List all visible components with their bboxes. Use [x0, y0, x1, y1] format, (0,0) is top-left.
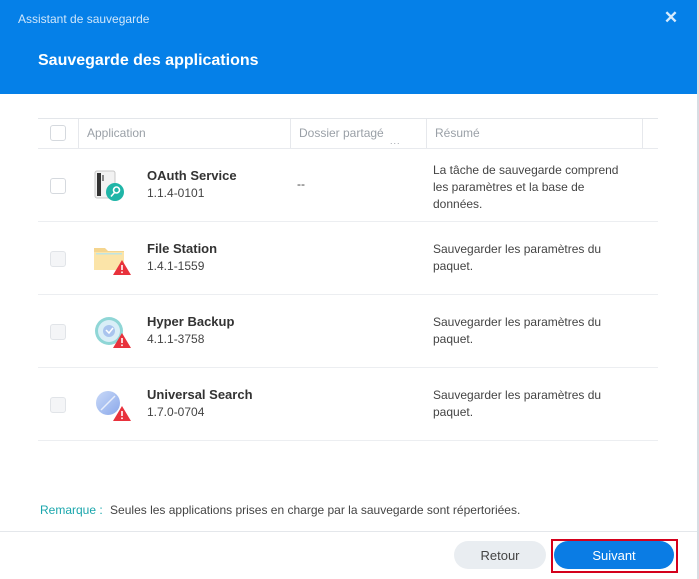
remark-note: Remarque : Seules les applications prise…: [40, 503, 520, 517]
column-header-summary[interactable]: Résumé: [426, 119, 642, 148]
summary-text: La tâche de sauvegarde comprend les para…: [433, 163, 619, 211]
back-button[interactable]: Retour: [454, 541, 546, 569]
file-station-icon: [93, 240, 133, 280]
app-version: 1.4.1-1559: [147, 259, 205, 273]
remark-text: Seules les applications prises en charge…: [110, 503, 521, 517]
footer-divider: [0, 531, 697, 532]
row-checkbox[interactable]: [50, 178, 66, 194]
applications-table: Application Dossier partagé ... Résumé O…: [38, 118, 658, 441]
shared-folder-value: --: [297, 177, 305, 191]
summary-text: Sauvegarder les paramètres du paquet.: [433, 242, 602, 273]
next-button-highlight: [551, 539, 678, 573]
row-checkbox[interactable]: [50, 251, 66, 267]
close-icon[interactable]: ✕: [662, 9, 680, 27]
app-name: Universal Search: [147, 387, 253, 402]
step-title: Sauvegarde des applications: [38, 52, 259, 69]
app-version: 1.1.4-0101: [147, 186, 205, 200]
hyper-backup-icon: [93, 313, 133, 353]
column-header-shared-folder[interactable]: Dossier partagé: [290, 119, 426, 148]
column-header-application[interactable]: Application: [78, 119, 290, 148]
table-row: File Station 1.4.1-1559 Sauvegarder les …: [38, 222, 658, 295]
universal-search-icon: [93, 386, 133, 426]
app-name: Hyper Backup: [147, 314, 235, 329]
row-checkbox[interactable]: [50, 397, 66, 413]
table-row[interactable]: OAuth Service 1.1.4-0101 -- La tâche de …: [38, 149, 658, 222]
dialog-header: Assistant de sauvegarde ✕ Sauvegarde des…: [0, 0, 697, 94]
app-version: 4.1.1-3758: [147, 332, 205, 346]
select-all-checkbox[interactable]: [50, 125, 66, 141]
table-row: Hyper Backup 4.1.1-3758 Sauvegarder les …: [38, 295, 658, 368]
table-header: Application Dossier partagé ... Résumé: [38, 118, 658, 149]
column-truncation-marker: ...: [390, 136, 401, 146]
table-row: Universal Search 1.7.0-0704 Sauvegarder …: [38, 368, 658, 441]
summary-text: Sauvegarder les paramètres du paquet.: [433, 315, 602, 346]
window-title: Assistant de sauvegarde: [18, 12, 150, 26]
remark-label: Remarque :: [40, 503, 103, 517]
row-checkbox[interactable]: [50, 324, 66, 340]
app-version: 1.7.0-0704: [147, 405, 205, 419]
app-name: OAuth Service: [147, 168, 237, 183]
oauth-service-icon: [93, 167, 133, 207]
column-header-extra: [642, 119, 658, 148]
app-name: File Station: [147, 241, 218, 256]
summary-text: Sauvegarder les paramètres du paquet.: [433, 388, 602, 419]
